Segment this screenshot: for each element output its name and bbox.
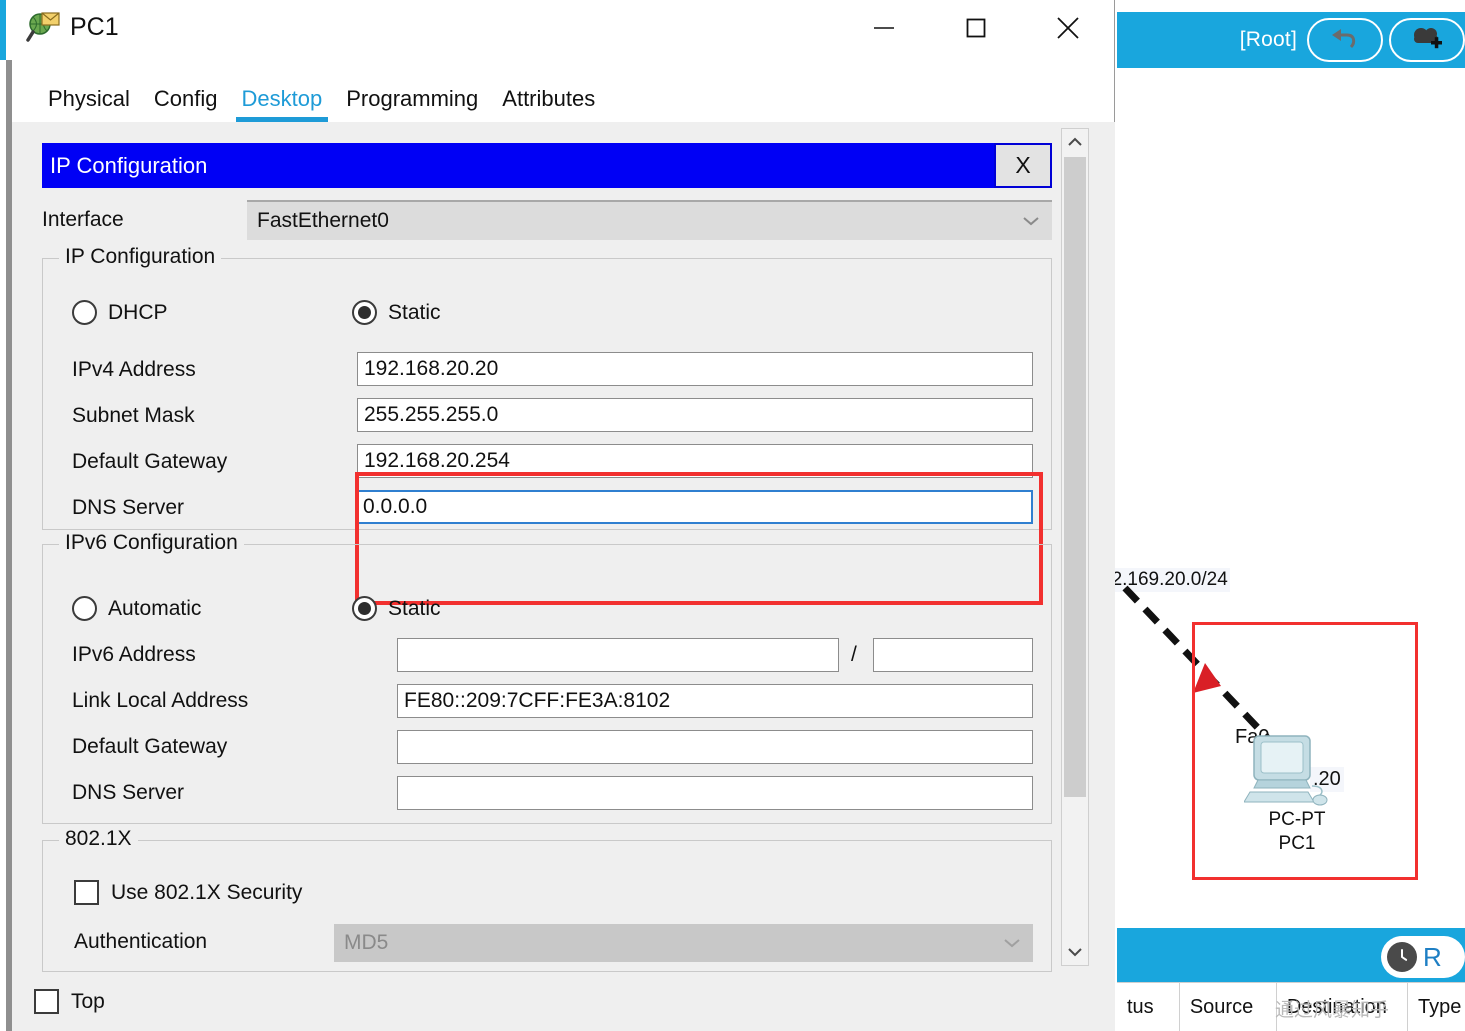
pc-pt-device-icon[interactable] (1244, 734, 1340, 812)
ipv4-dns-server-input[interactable]: 0.0.0.0 (355, 490, 1033, 524)
ipv4-group-title: IP Configuration (59, 245, 221, 269)
dot1x-group-title: 802.1X (59, 827, 138, 851)
pdu-table-header: tus Source Destination Type (1117, 982, 1465, 1031)
column-source[interactable]: Source (1180, 983, 1277, 1031)
pt-root-label: [Root] (1240, 28, 1297, 52)
ipv6-group-title: IPv6 Configuration (59, 531, 244, 555)
ipv6-prefix-input[interactable] (873, 638, 1033, 672)
use-dot1x-security-checkbox[interactable] (74, 880, 99, 905)
link-local-address-input[interactable]: FE80::209:7CFF:FE3A:8102 (397, 684, 1033, 718)
add-cluster-cloud-icon[interactable] (1389, 18, 1465, 62)
chevron-down-icon (1022, 215, 1040, 227)
desktop-panel: IP Configuration X Interface FastEtherne… (12, 122, 1115, 972)
inspect-envelope-icon (26, 11, 60, 45)
use-dot1x-security-label: Use 802.1X Security (111, 881, 302, 905)
device-tabs: Physical Config Desktop Programming Attr… (26, 74, 716, 122)
ipv6-default-gateway-label: Default Gateway (72, 735, 227, 759)
chevron-down-icon (1003, 937, 1021, 949)
ipv4-address-label: IPv4 Address (72, 358, 196, 382)
subnet-mask-input[interactable]: 255.255.255.0 (357, 398, 1033, 432)
link-local-address-label: Link Local Address (72, 689, 248, 713)
window-titlebar: PC1 (12, 0, 1114, 55)
dhcp-radio[interactable] (72, 300, 97, 325)
column-destination[interactable]: Destination (1277, 983, 1408, 1031)
pt-toolbar: [Root] (1117, 12, 1465, 68)
window-controls (838, 0, 1114, 55)
ipv4-dns-server-label: DNS Server (72, 496, 184, 520)
column-type[interactable]: Type (1408, 983, 1465, 1031)
ipv6-dns-server-label: DNS Server (72, 781, 184, 805)
static-radio-option[interactable]: Static (352, 300, 441, 325)
device-name-label: PC1 (1227, 832, 1367, 856)
minimize-button[interactable] (838, 0, 930, 55)
scroll-up-icon[interactable] (1062, 129, 1088, 155)
clock-icon (1387, 942, 1417, 972)
tab-physical[interactable]: Physical (48, 86, 130, 122)
dhcp-radio-label: DHCP (108, 301, 168, 325)
ipv6-automatic-radio-label: Automatic (108, 597, 201, 621)
realtime-mode-button[interactable]: R (1381, 936, 1465, 978)
device-type-label: PC-PT (1227, 808, 1367, 832)
static-radio[interactable] (352, 300, 377, 325)
ipv4-default-gateway-input[interactable]: 192.168.20.254 (357, 444, 1033, 478)
interface-row: Interface FastEthernet0 (42, 200, 1052, 240)
ipv4-address-input[interactable]: 192.168.20.20 (357, 352, 1033, 386)
close-button[interactable] (1022, 0, 1114, 55)
maximize-button[interactable] (930, 0, 1022, 55)
ip-configuration-close-button[interactable]: X (994, 143, 1052, 188)
ipv6-address-input[interactable] (397, 638, 839, 672)
undo-back-arrow-icon[interactable] (1307, 18, 1383, 62)
ipv6-prefix-separator: / (851, 643, 857, 667)
ipv6-automatic-radio[interactable] (72, 596, 97, 621)
tab-programming[interactable]: Programming (346, 86, 478, 122)
ip-configuration-header: IP Configuration X (42, 143, 1052, 188)
tab-config[interactable]: Config (154, 86, 218, 122)
interface-value: FastEthernet0 (257, 209, 389, 233)
ipv4-default-gateway-label: Default Gateway (72, 450, 227, 474)
authentication-select[interactable]: MD5 (334, 924, 1033, 962)
ipv6-static-radio[interactable] (352, 596, 377, 621)
ipv6-dns-server-input[interactable] (397, 776, 1033, 810)
dhcp-radio-option[interactable]: DHCP (72, 300, 168, 325)
column-status[interactable]: tus (1117, 983, 1180, 1031)
pc1-device-window: PC1 Physical Config Desktop Programming … (0, 0, 1115, 1031)
device-caption: PC-PT PC1 (1227, 808, 1367, 856)
authentication-label: Authentication (74, 930, 207, 954)
ipv6-static-radio-option[interactable]: Static (352, 596, 441, 621)
ipv6-address-label: IPv6 Address (72, 643, 196, 667)
ipv6-default-gateway-input[interactable] (397, 730, 1033, 764)
scroll-down-icon[interactable] (1062, 939, 1088, 965)
interface-select[interactable]: FastEthernet0 (247, 200, 1052, 240)
static-radio-label: Static (388, 301, 441, 325)
tab-desktop[interactable]: Desktop (242, 86, 323, 122)
subnet-mask-label: Subnet Mask (72, 404, 195, 428)
ip-configuration-title: IP Configuration (42, 143, 994, 188)
tab-attributes[interactable]: Attributes (502, 86, 595, 122)
pt-topology-canvas[interactable]: 92.169.20.0/24 Fa0 .20 PC-PT PC1 (1117, 68, 1465, 928)
window-left-accent (0, 0, 6, 60)
screen: [Root] 92.169.20.0/24 (0, 0, 1465, 1031)
pt-bottom-toolbar: R (1117, 928, 1465, 982)
scrollbar-thumb[interactable] (1064, 157, 1086, 797)
window-bottom-strip: Top (12, 972, 1115, 1031)
window-title: PC1 (70, 13, 119, 42)
ipv6-automatic-radio-option[interactable]: Automatic (72, 596, 201, 621)
panel-scrollbar[interactable] (1061, 128, 1089, 966)
interface-label: Interface (42, 208, 247, 232)
top-checkbox-label: Top (71, 990, 105, 1014)
ipv6-static-radio-label: Static (388, 597, 441, 621)
realtime-label: R (1423, 942, 1442, 973)
authentication-value: MD5 (344, 931, 388, 955)
use-dot1x-security-checkbox-row[interactable]: Use 802.1X Security (74, 880, 302, 905)
top-checkbox[interactable] (34, 989, 59, 1014)
